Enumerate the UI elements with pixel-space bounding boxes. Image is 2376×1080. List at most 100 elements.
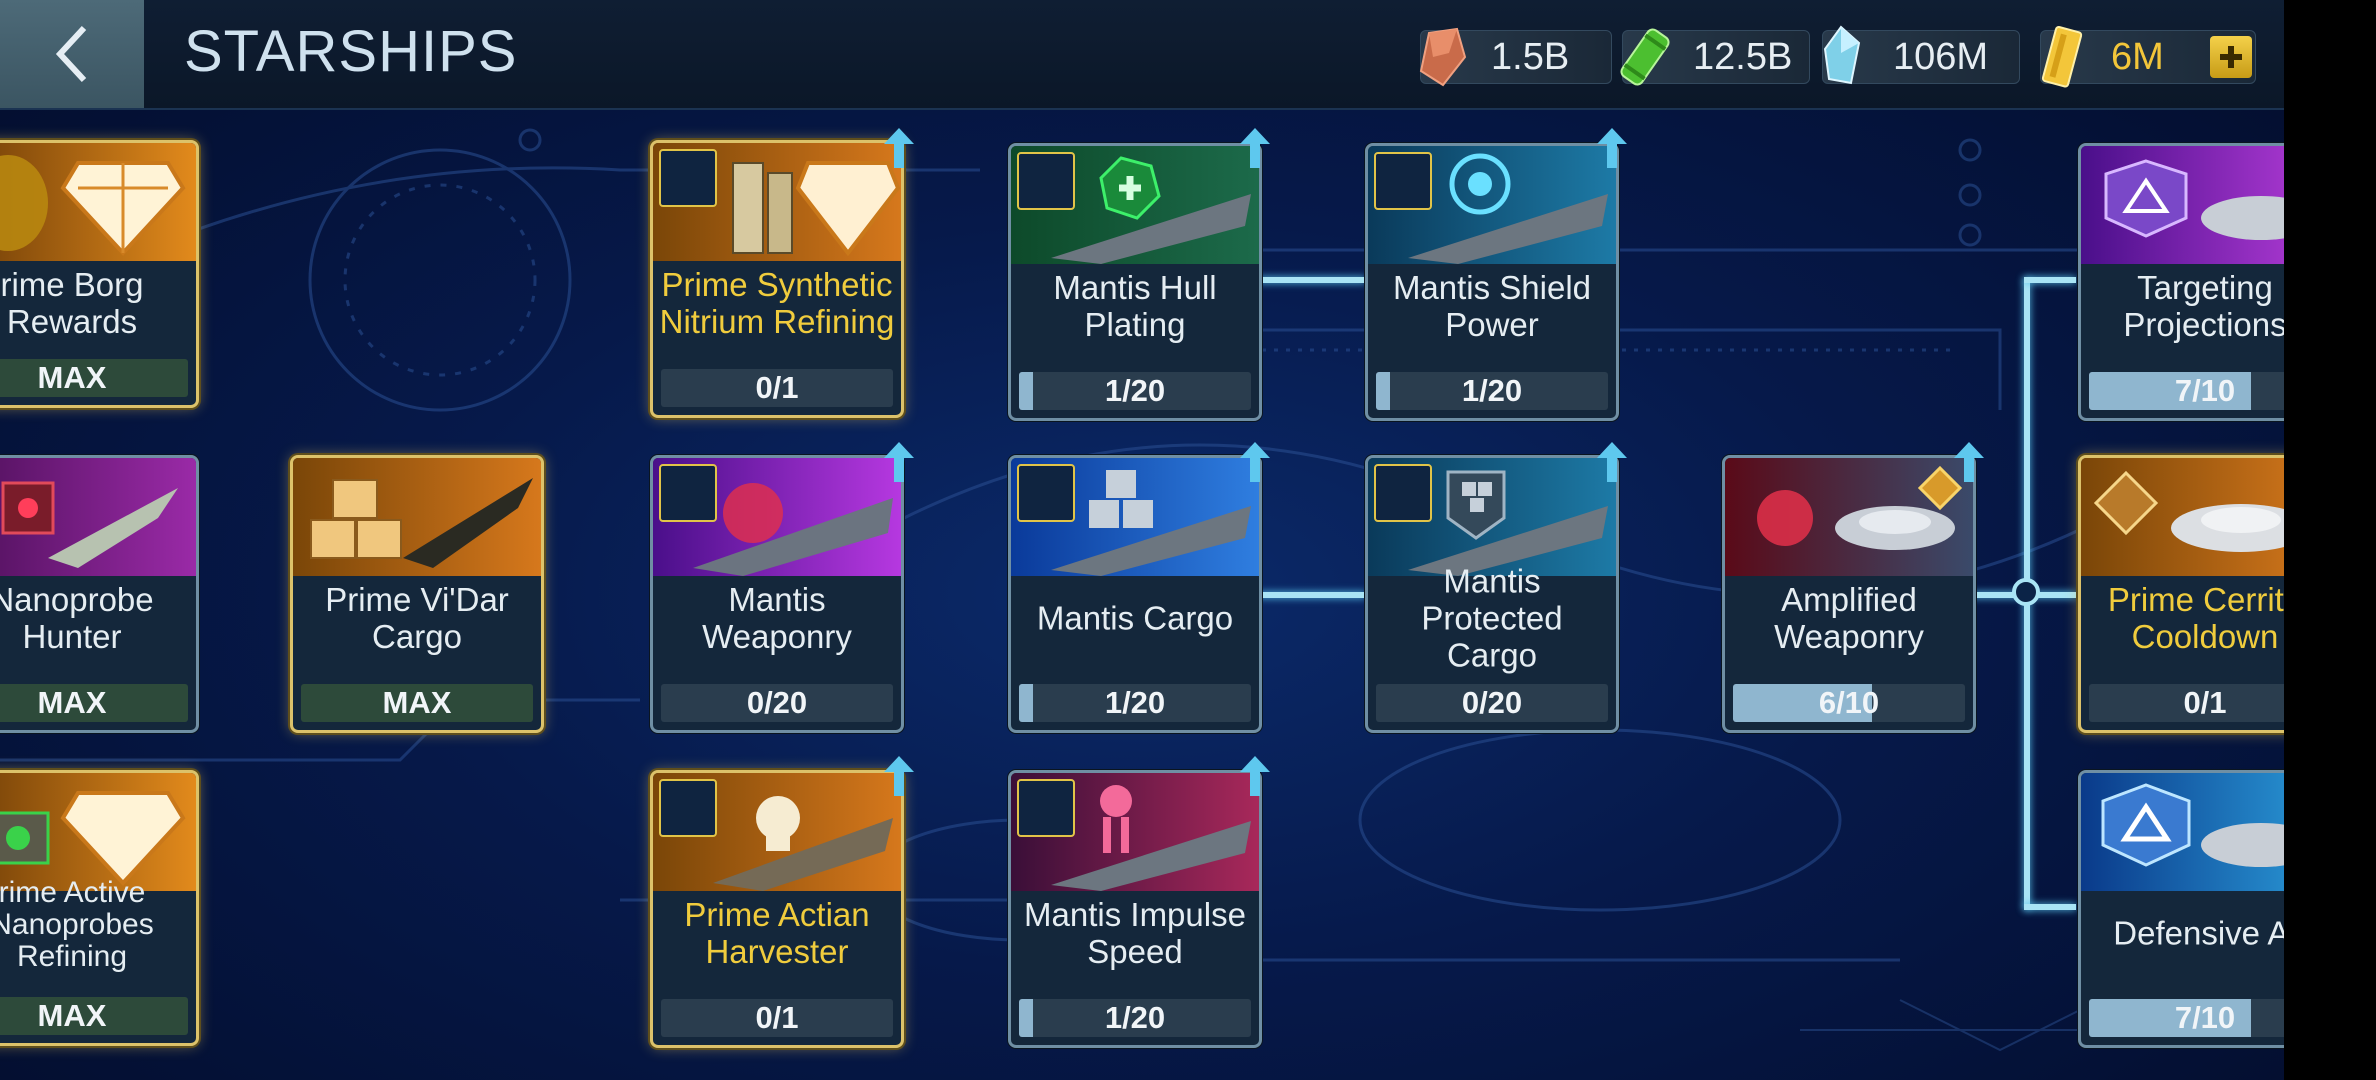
research-badge-icon (1374, 464, 1432, 522)
top-bar: STARSHIPS 1.5B 12.5B 106M 6M (0, 0, 2284, 110)
card-name: Mantis Hull Plating (1053, 269, 1217, 343)
card-progress-bar: 1/20 (1376, 372, 1608, 410)
resource-parsteel[interactable]: 1.5B (1419, 27, 1612, 87)
research-card-mantis-impulse-speed[interactable]: Mantis Impulse Speed 1/20 (1008, 770, 1262, 1048)
card-name: Mantis Impulse Speed (1024, 896, 1246, 970)
card-progress-bar: 6/10 (1733, 684, 1965, 722)
plus-icon (2220, 46, 2242, 68)
card-progress-bar: 0/20 (1376, 684, 1608, 722)
research-card-mantis-protected-cargo[interactable]: Mantis Protected Cargo 0/20 (1365, 455, 1619, 733)
card-progress-text: 7/10 (2174, 373, 2236, 408)
research-badge-icon (659, 779, 717, 837)
card-progress-text: MAX (37, 998, 107, 1033)
gold-latinum-icon (2041, 26, 2083, 88)
card-progress-text: 6/10 (1818, 685, 1880, 720)
connector-cargo-protected (1258, 592, 1366, 598)
upgrade-arrow-icon (1954, 442, 1984, 482)
card-progress-text: 0/1 (755, 370, 799, 405)
upgrade-arrow-icon (1597, 442, 1627, 482)
card-progress-text: 1/20 (1104, 685, 1166, 720)
research-card-prime-synthetic-nitrium-refining[interactable]: Prime Synthetic Nitrium Refining 0/1 (650, 140, 904, 418)
research-badge-icon (659, 464, 717, 522)
upgrade-arrow-icon (884, 128, 914, 168)
amplified-weaponry-art (1725, 458, 1973, 576)
research-badge-icon (1017, 779, 1075, 837)
card-progress-text: 0/20 (1461, 685, 1523, 720)
card-progress-text: 1/20 (1461, 373, 1523, 408)
research-card-prime-vidar-cargo[interactable]: Prime Vi'Dar Cargo MAX (290, 455, 544, 733)
card-name: Mantis Shield Power (1392, 269, 1592, 343)
card-name: Mantis Cargo (1036, 599, 1234, 637)
card-name: Prime Synthetic Nitrium Refining (659, 266, 895, 340)
research-tree-view[interactable]: rime Borg Rewards MAX Nanoprobe Hunter M… (0, 0, 2284, 1080)
card-name: rime Active Nanoprobes Refining (0, 876, 154, 973)
card-name: Defensive Ai (2113, 914, 2284, 952)
nanoprobe-hunter-art (0, 458, 196, 576)
connector-hull-shield (1258, 277, 1366, 283)
card-progress-bar: MAX (0, 684, 188, 722)
upgrade-arrow-icon (1597, 128, 1627, 168)
screen-edge (2284, 0, 2376, 1080)
upgrade-arrow-icon (884, 756, 914, 796)
research-badge-icon (1017, 152, 1075, 210)
page-title: STARSHIPS (184, 19, 518, 84)
card-progress-bar: 0/20 (661, 684, 893, 722)
dilithium-crystal-icon (1823, 25, 1861, 85)
research-badge-icon (1374, 152, 1432, 210)
card-progress-text: MAX (37, 685, 107, 720)
vidar-cargo-art (293, 458, 541, 576)
connector-trunk-bottom (2024, 904, 2076, 910)
upgrade-arrow-icon (1240, 756, 1270, 796)
resource-value: 1.5B (1491, 36, 1570, 78)
card-progress-bar: 7/10 (2089, 372, 2284, 410)
card-progress-bar: 1/20 (1019, 684, 1251, 722)
card-name: Prime Cerrito Cooldown (2107, 581, 2284, 655)
card-progress-text: 0/20 (746, 685, 808, 720)
research-card-mantis-shield-power[interactable]: Mantis Shield Power 1/20 (1365, 143, 1619, 421)
card-progress-bar: 1/20 (1019, 999, 1251, 1037)
research-card-prime-cerritos-cooldown[interactable]: Prime Cerrito Cooldown 0/1 (2078, 455, 2284, 733)
card-progress-bar: MAX (0, 997, 188, 1035)
resource-dilithium[interactable]: 106M (1822, 25, 2020, 85)
card-progress-bar: 0/1 (661, 369, 893, 407)
card-name: Mantis Protected Cargo (1421, 562, 1563, 674)
card-progress-text: 1/20 (1104, 373, 1166, 408)
resource-value: 12.5B (1693, 36, 1793, 78)
research-badge-icon (1017, 464, 1075, 522)
card-name: Prime Actian Harvester (684, 896, 870, 970)
card-progress-text: 7/10 (2174, 1000, 2236, 1035)
add-currency-button[interactable] (2210, 36, 2252, 78)
upgrade-arrow-icon (1240, 442, 1270, 482)
research-badge-icon (659, 149, 717, 207)
card-progress-bar: 0/1 (2089, 684, 2284, 722)
targeting-projections-art (2081, 146, 2284, 264)
research-card-prime-borg-rewards[interactable]: rime Borg Rewards MAX (0, 140, 199, 408)
research-card-amplified-weaponry[interactable]: Amplified Weaponry 6/10 (1722, 455, 1976, 733)
card-name: Amplified Weaponry (1774, 581, 1924, 655)
card-progress-text: 0/1 (755, 1000, 799, 1035)
research-card-prime-active-nanoprobes-refining[interactable]: rime Active Nanoprobes Refining MAX (0, 770, 199, 1046)
card-progress-text: 1/20 (1104, 1000, 1166, 1035)
resource-tritanium[interactable]: 12.5B (1620, 28, 1810, 86)
card-progress-text: MAX (382, 685, 452, 720)
research-card-defensive-ai[interactable]: Defensive Ai 7/10 (2078, 770, 2284, 1048)
cerritos-cooldown-art (2081, 458, 2284, 576)
tritanium-cylinder-icon (1620, 28, 1670, 86)
card-progress-bar: MAX (0, 359, 188, 397)
card-progress-bar: MAX (301, 684, 533, 722)
research-card-mantis-cargo[interactable]: Mantis Cargo 1/20 (1008, 455, 1262, 733)
nanoprobes-refining-art (0, 773, 196, 891)
research-card-targeting-projections[interactable]: Targeting Projections 7/10 (2078, 143, 2284, 421)
upgrade-arrow-icon (1240, 128, 1270, 168)
connector-trunk-top (2024, 277, 2076, 283)
research-card-mantis-weaponry[interactable]: Mantis Weaponry 0/20 (650, 455, 904, 733)
card-name: rime Borg Rewards (0, 266, 144, 340)
research-card-nanoprobe-hunter[interactable]: Nanoprobe Hunter MAX (0, 455, 199, 733)
resource-value: 6M (2111, 36, 2164, 78)
research-card-mantis-hull-plating[interactable]: Mantis Hull Plating 1/20 (1008, 143, 1262, 421)
parsteel-crystal-icon (1419, 27, 1467, 87)
back-button[interactable] (0, 0, 144, 108)
card-progress-text: 0/1 (2183, 685, 2227, 720)
chevron-left-icon (55, 25, 87, 83)
research-card-prime-actian-harvester[interactable]: Prime Actian Harvester 0/1 (650, 770, 904, 1048)
